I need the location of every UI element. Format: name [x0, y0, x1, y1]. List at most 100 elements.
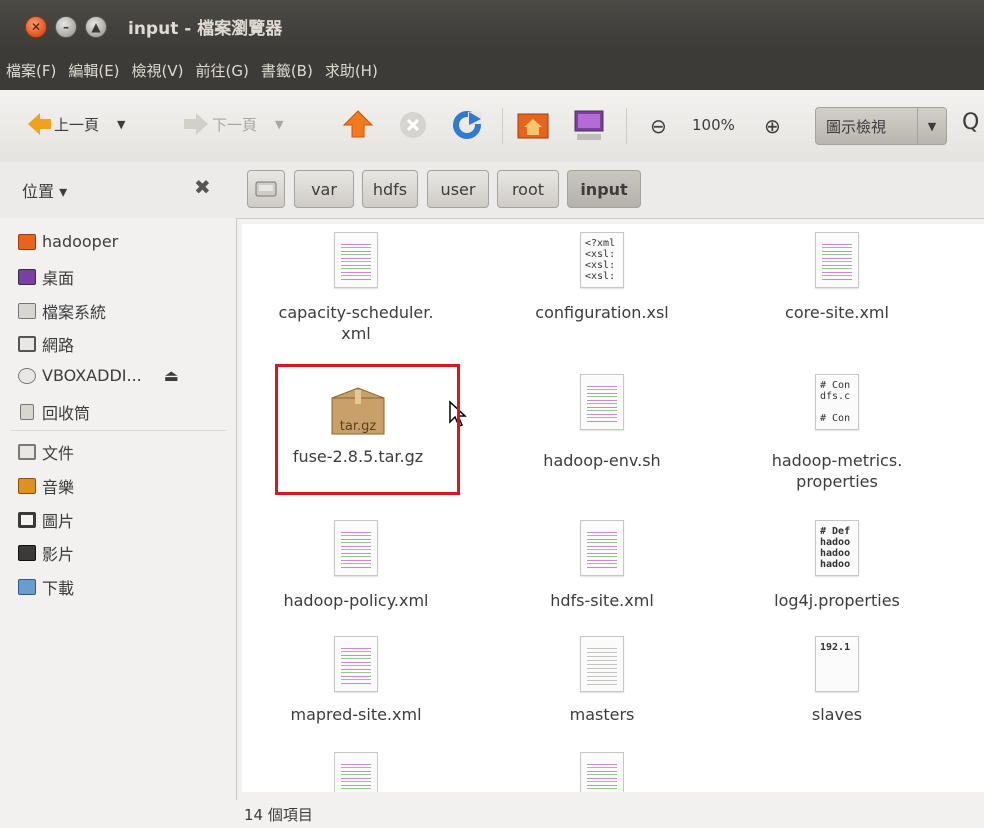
menu-view[interactable]: 檢視(V)	[132, 60, 184, 81]
sidebar-item-videos[interactable]: 影片	[18, 541, 74, 565]
breadcrumb-user[interactable]: user	[427, 170, 489, 208]
file-item[interactable]: <?xml <xsl: <xsl: <xsl: configuration.xs…	[512, 232, 692, 323]
properties-file-icon: # Con dfs.c # Con	[815, 374, 859, 430]
back-button[interactable]: 上一頁 ▼	[28, 113, 125, 135]
zoom-in-icon: ⊕	[764, 114, 781, 138]
view-mode-select[interactable]: 圖示檢視 ▼	[815, 107, 947, 145]
filesystem-icon	[18, 303, 36, 319]
forward-dropdown-icon[interactable]: ▼	[275, 118, 283, 131]
sidebar-item-label: VBOXADDI...	[42, 366, 142, 385]
script-file-icon	[580, 374, 624, 430]
sidebar-item-documents[interactable]: 文件	[18, 440, 74, 464]
window-title: input - 檔案瀏覽器	[128, 19, 283, 39]
breadcrumb-var[interactable]: var	[294, 170, 354, 208]
sidebar-item-label: 檔案系統	[42, 303, 107, 322]
sidebar-item-label: 文件	[42, 444, 75, 463]
file-item[interactable]: hdfs-site.xml	[512, 520, 692, 611]
file-name: slaves	[811, 705, 863, 724]
file-name: log4j.properties	[774, 591, 900, 610]
up-button[interactable]	[342, 108, 374, 140]
reload-button[interactable]	[452, 110, 482, 140]
status-bar: 14 個項目	[242, 800, 984, 828]
close-sidebar-icon[interactable]: ✖	[194, 175, 211, 199]
view-mode-value: 圖示檢視	[826, 117, 887, 136]
forward-arrow-icon	[184, 113, 208, 135]
drive-icon	[255, 181, 277, 197]
zoom-out-button[interactable]: ⊖	[650, 114, 667, 138]
home-button[interactable]	[516, 108, 550, 142]
breadcrumb-hdfs[interactable]: hdfs	[362, 170, 418, 208]
file-item-partial[interactable]	[580, 752, 624, 792]
file-item[interactable]: # Con dfs.c # Con hadoop-metrics. proper…	[747, 374, 927, 492]
up-arrow-icon	[342, 110, 374, 138]
sidebar-item-label: 下載	[42, 579, 75, 598]
menu-help[interactable]: 求助(H)	[325, 60, 378, 81]
file-item-partial[interactable]	[334, 752, 378, 792]
pictures-folder-icon	[18, 512, 36, 528]
file-item[interactable]: hadoop-env.sh	[512, 374, 692, 471]
item-count: 14 個項目	[244, 805, 313, 824]
sidebar-item-downloads[interactable]: 下載	[18, 575, 74, 599]
sidebar-item-label: 音樂	[42, 478, 75, 497]
sidebar-item-network[interactable]: 網路	[18, 332, 74, 356]
sidebar-divider	[10, 430, 226, 431]
window-minimize-button[interactable]: –	[55, 16, 77, 38]
menu-bookmarks[interactable]: 書籤(B)	[261, 60, 313, 81]
menu-go[interactable]: 前往(G)	[196, 60, 249, 81]
stop-button[interactable]	[398, 110, 428, 140]
file-thumbnail-text: 192.1	[820, 642, 851, 653]
text-file-icon	[580, 636, 624, 692]
file-name: mapred-site.xml	[290, 705, 422, 724]
home-folder-icon	[18, 233, 36, 250]
eject-icon[interactable]: ⏏	[164, 366, 179, 385]
forward-label: 下一頁	[212, 115, 258, 134]
menu-file[interactable]: 檔案(F)	[6, 60, 56, 81]
sidebar-item-vboxadditions[interactable]: VBOXADDI... ⏏	[18, 366, 179, 385]
breadcrumb-root[interactable]	[247, 170, 285, 208]
videos-folder-icon	[18, 545, 36, 561]
breadcrumb-root-dir[interactable]: root	[497, 170, 559, 208]
sidebar-item-music[interactable]: 音樂	[18, 474, 74, 498]
sidebar-item-pictures[interactable]: 圖片	[18, 508, 74, 532]
file-item[interactable]: # Def hadoo hadoo hadoo log4j.properties	[747, 520, 927, 611]
sidebar-places-dropdown[interactable]: 位置 ▾	[22, 178, 67, 202]
file-view: capacity-scheduler. xml <?xml <xsl: <xsl…	[242, 224, 984, 792]
window-maximize-button[interactable]: ▲	[85, 16, 107, 38]
window-close-button[interactable]: ✕	[25, 16, 47, 38]
xml-file-icon	[580, 520, 624, 576]
sidebar-item-desktop[interactable]: 桌面	[18, 265, 74, 289]
file-name: core-site.xml	[785, 303, 889, 322]
file-thumbnail-text: # Def hadoo hadoo hadoo	[820, 526, 851, 570]
cdrom-icon	[18, 367, 36, 384]
menu-edit[interactable]: 編輯(E)	[68, 60, 119, 81]
highlight-box	[275, 364, 460, 495]
downloads-folder-icon	[18, 579, 36, 595]
file-item[interactable]: 192.1 slaves	[747, 636, 927, 725]
sidebar-item-home[interactable]: hadooper	[18, 232, 118, 251]
sidebar-item-label: 網路	[42, 336, 75, 355]
breadcrumb-input[interactable]: input	[567, 170, 641, 208]
menu-bar: 檔案(F) 編輯(E) 檢視(V) 前往(G) 書籤(B) 求助(H)	[0, 50, 984, 90]
file-name: hadoop-env.sh	[543, 451, 661, 470]
path-bar: 位置 ▾ ✖	[0, 162, 984, 219]
network-icon	[18, 336, 36, 352]
back-dropdown-icon[interactable]: ▼	[117, 118, 125, 131]
file-thumbnail-text: <?xml <xsl: <xsl: <xsl:	[585, 238, 616, 282]
file-name: hdfs-site.xml	[550, 591, 654, 610]
file-item[interactable]: capacity-scheduler. xml	[266, 232, 446, 344]
computer-button[interactable]	[572, 108, 606, 142]
sidebar-item-label: hadooper	[42, 232, 119, 251]
file-item[interactable]: masters	[512, 636, 692, 725]
file-item[interactable]: hadoop-policy.xml	[266, 520, 446, 611]
forward-button[interactable]: 下一頁 ▼	[184, 113, 283, 135]
reload-icon	[453, 111, 482, 139]
sidebar-item-filesystem[interactable]: 檔案系統	[18, 299, 106, 323]
file-name: hadoop-policy.xml	[283, 591, 429, 610]
zoom-out-icon: ⊖	[650, 114, 667, 138]
zoom-level: 100%	[692, 116, 735, 134]
file-item[interactable]: core-site.xml	[747, 232, 927, 323]
sidebar-item-trash[interactable]: 回收筒	[18, 400, 90, 424]
file-item[interactable]: mapred-site.xml	[266, 636, 446, 725]
zoom-in-button[interactable]: ⊕	[764, 114, 781, 138]
search-button[interactable]: Q	[962, 110, 979, 135]
